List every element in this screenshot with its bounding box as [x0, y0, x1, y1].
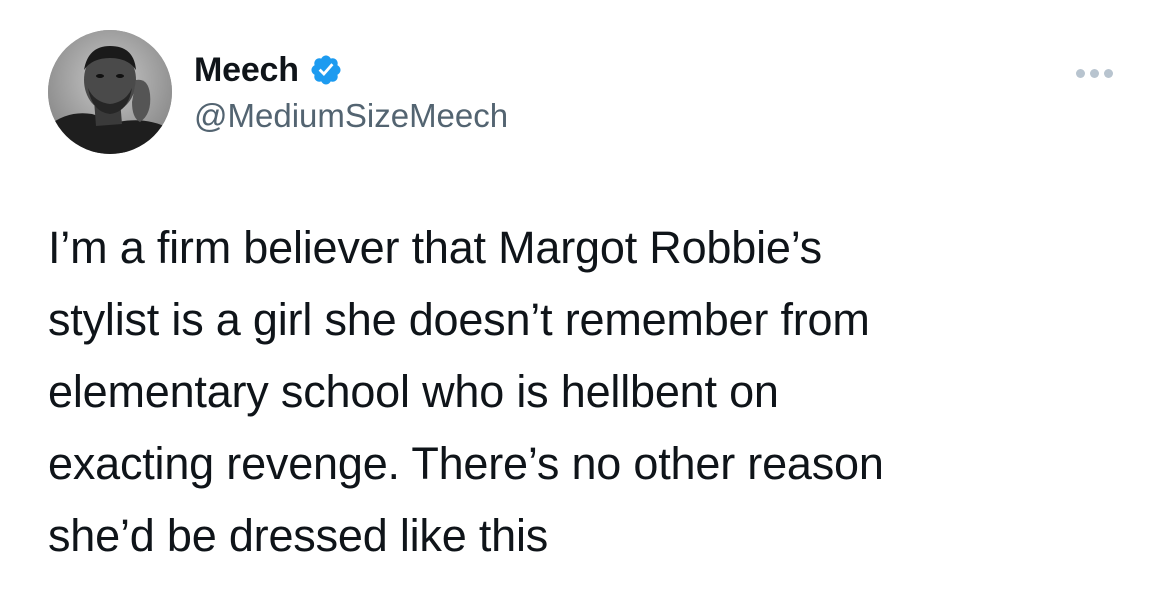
tweet-card: Meech @MediumSizeMeech I’m a firm believ…	[0, 0, 1170, 614]
display-name[interactable]: Meech	[194, 48, 299, 92]
author-name-row[interactable]: Meech	[194, 48, 343, 92]
more-dot	[1075, 68, 1085, 78]
more-options-icon[interactable]	[1066, 58, 1122, 88]
more-dot	[1089, 68, 1099, 78]
profile-photo-icon	[48, 30, 172, 154]
verified-badge-icon	[309, 53, 343, 87]
more-dot	[1103, 68, 1113, 78]
tweet-text: I’m a firm believer that Margot Robbie’s…	[48, 222, 884, 561]
author-handle[interactable]: @MediumSizeMeech	[194, 94, 508, 138]
avatar[interactable]	[48, 30, 172, 154]
